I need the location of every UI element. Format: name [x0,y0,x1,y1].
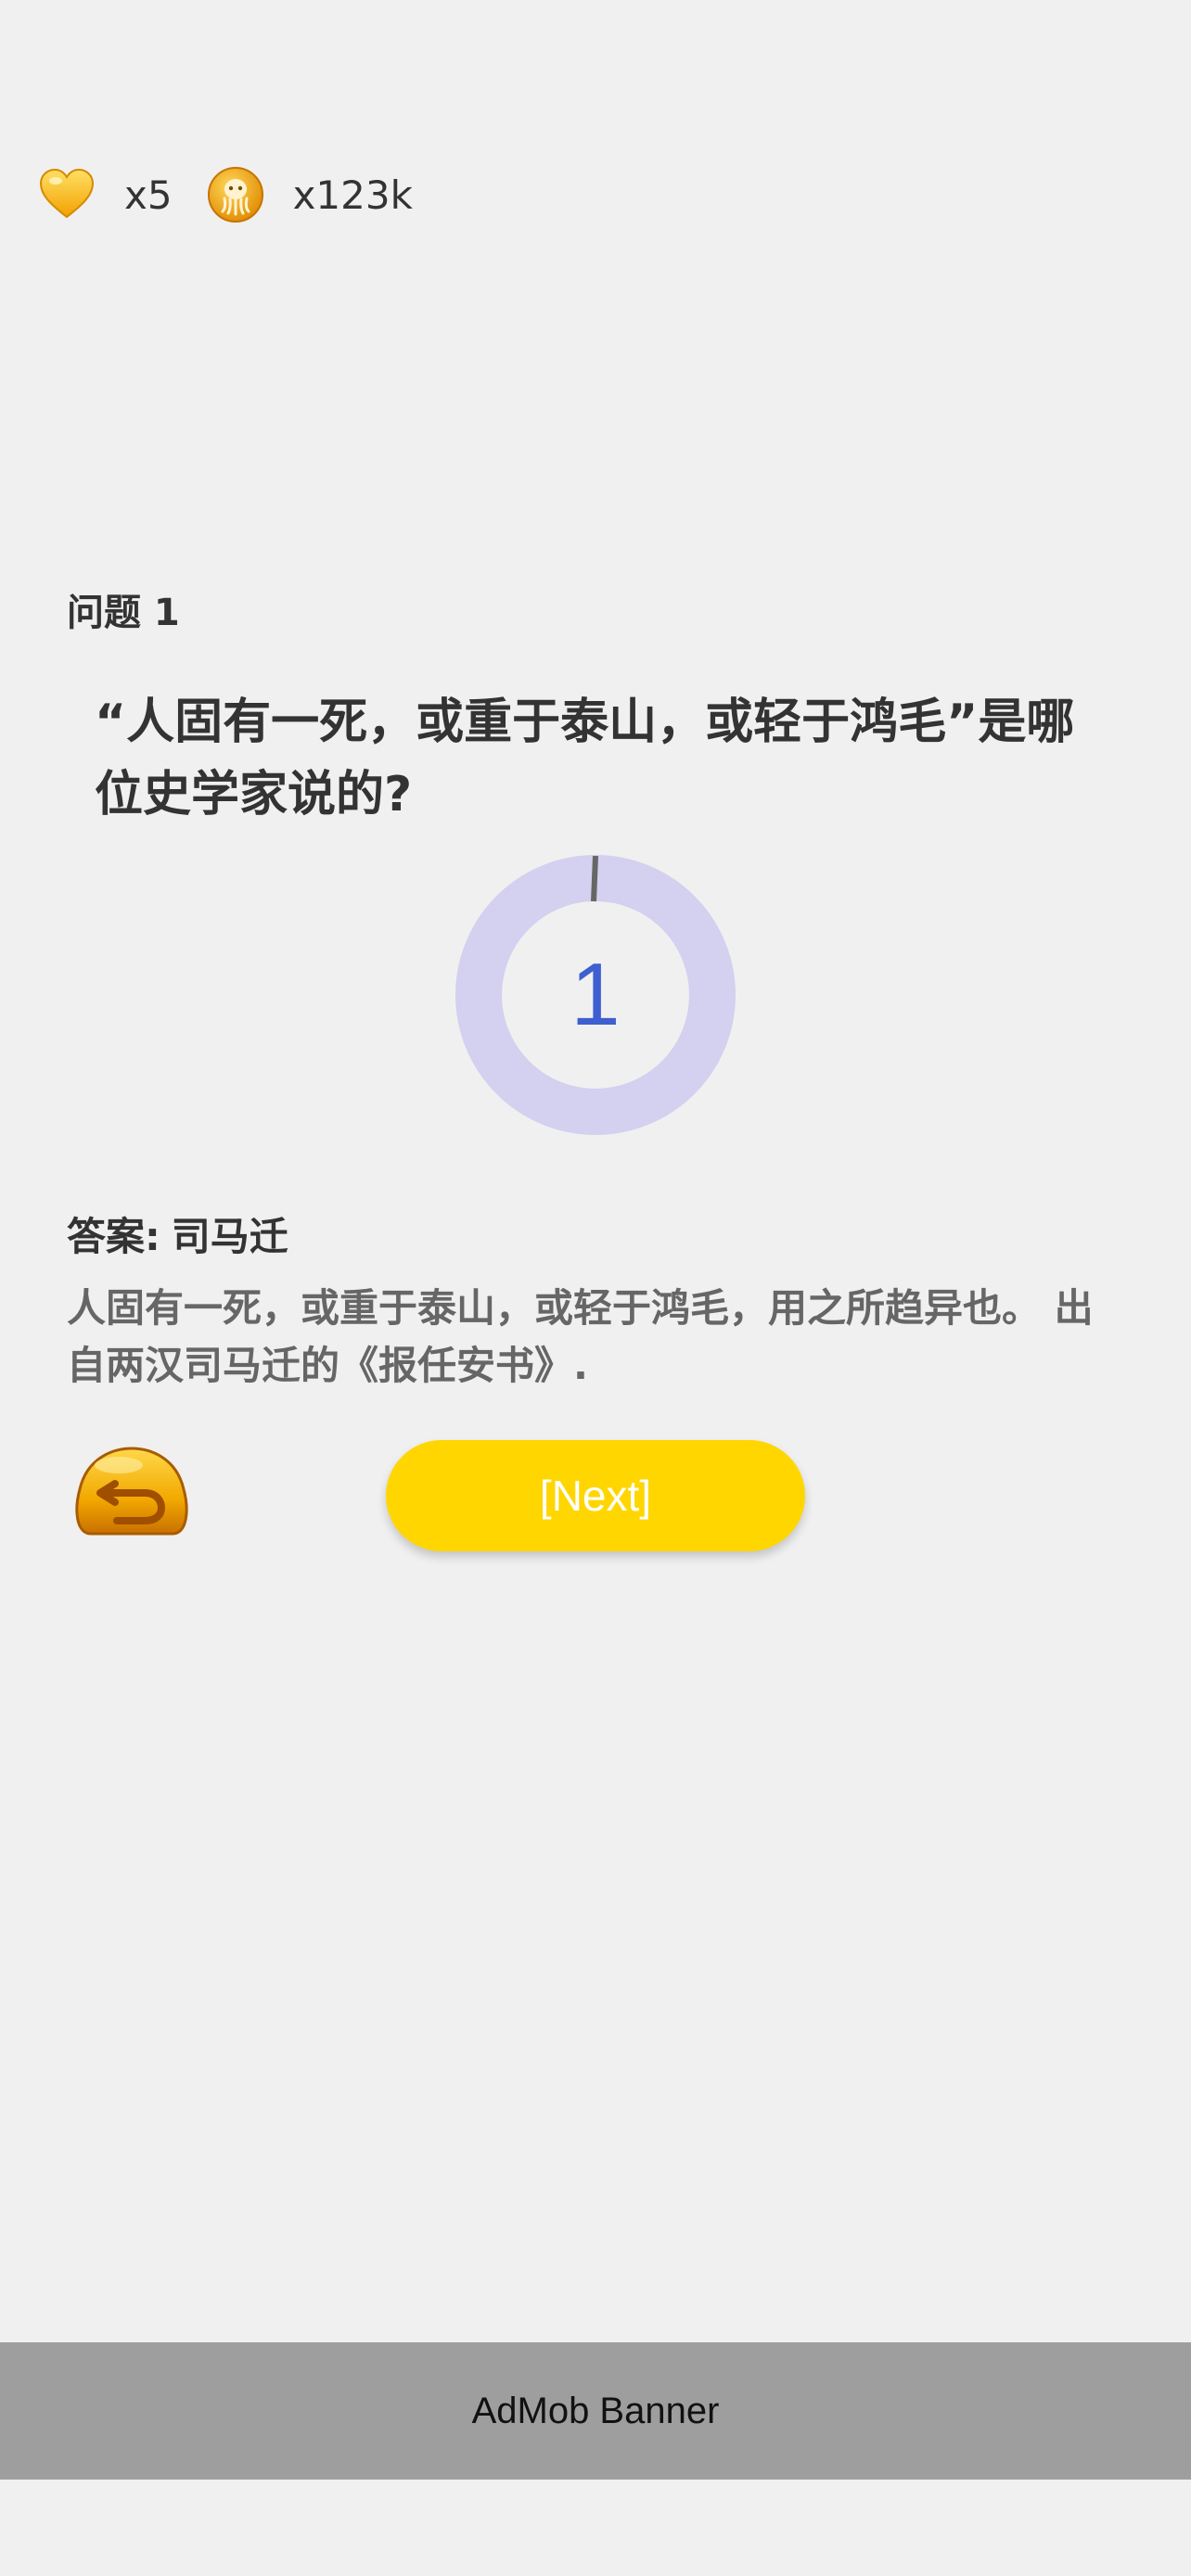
heart-icon [37,165,96,224]
stats-bar: x5 x123k [37,165,446,224]
question-number: 问题 1 [67,592,180,634]
question-text: “人固有一死，或重于泰山，或轻于鸿毛”是哪位史学家说的? [95,695,1075,823]
back-button[interactable] [72,1445,191,1547]
answer-label: 答案: [67,1214,160,1259]
timer-value: 1 [570,945,621,1044]
countdown-timer: 1 [455,855,736,1135]
answer-value: 司马迁 [171,1214,288,1259]
undo-arrow-icon [75,1447,188,1536]
answer-line: 答案: 司马迁 [67,1205,288,1262]
octopus-coin-icon [206,165,265,224]
ad-banner[interactable]: AdMob Banner [0,2342,1191,2480]
coins-count: x123k [292,172,413,218]
hearts-count: x5 [124,172,173,218]
answer-explanation: 人固有一死，或重于泰山，或轻于鸿毛，用之所趋异也。 出自两汉司马迁的《报任安书》… [67,1285,1094,1388]
next-button[interactable]: [Next] [386,1440,805,1551]
quiz-screen: x5 x123k 问题 1 “人固有一死，或重于泰山，或轻于鸿毛”是哪位史学家说… [0,0,1191,2576]
